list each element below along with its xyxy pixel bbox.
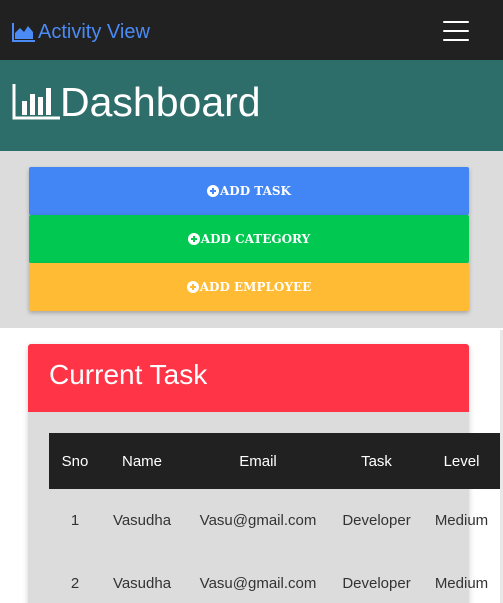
table-row: 1 Vasudha Vasu@gmail.com Developer Mediu… xyxy=(49,489,503,552)
add-category-button[interactable]: ADD CATEGORY xyxy=(29,215,469,263)
plus-circle-icon xyxy=(207,185,219,197)
plus-circle-icon xyxy=(186,281,199,293)
cell-sno: 2 xyxy=(70,575,80,592)
bar-chart-icon xyxy=(12,84,60,120)
add-task-label: ADD TASK xyxy=(220,184,291,198)
table-row: 2 Vasudha Vasu@gmail.com Developer Mediu… xyxy=(49,552,503,603)
add-task-button[interactable]: ADD TASK xyxy=(29,167,469,215)
dashboard-header: Dashboard xyxy=(0,60,503,151)
brand-label: Activity View xyxy=(38,20,150,43)
cell-task: Developer xyxy=(342,575,411,592)
add-category-label: ADD CATEGORY xyxy=(200,232,311,246)
column-header-level: Level xyxy=(443,452,480,470)
cell-email: Vasu@gmail.com xyxy=(199,512,317,529)
action-panel: ADD TASK ADD CATEGORY ADD EMPLOYEE xyxy=(0,151,503,328)
page-title: Dashboard xyxy=(60,79,261,125)
column-header-name: Name xyxy=(121,452,162,470)
table-header: Sno Name Email Task Level xyxy=(49,433,503,489)
area-chart-icon xyxy=(12,23,35,42)
cell-name: Vasudha xyxy=(112,575,172,592)
add-employee-label: ADD EMPLOYEE xyxy=(199,280,312,294)
cell-name: Vasudha xyxy=(112,512,172,529)
cell-task: Developer xyxy=(342,512,411,529)
cell-level: Medium xyxy=(434,575,489,592)
top-navbar: Activity View xyxy=(0,0,503,60)
plus-circle-icon xyxy=(187,233,200,245)
column-header-sno: Sno xyxy=(61,452,89,470)
cell-sno: 1 xyxy=(70,512,80,529)
column-header-task: Task xyxy=(361,452,392,470)
current-task-header: Current Task xyxy=(28,344,469,412)
add-employee-button[interactable]: ADD EMPLOYEE xyxy=(29,263,469,311)
hamburger-menu-icon[interactable] xyxy=(443,21,469,41)
task-table: Sno Name Email Task Level 1 Vasudha Vasu… xyxy=(49,433,503,603)
brand-link[interactable]: Activity View xyxy=(12,21,150,43)
column-header-email: Email xyxy=(239,452,277,470)
cell-email: Vasu@gmail.com xyxy=(199,575,317,592)
current-task-title: Current Task xyxy=(49,359,208,390)
cell-level: Medium xyxy=(434,512,489,529)
